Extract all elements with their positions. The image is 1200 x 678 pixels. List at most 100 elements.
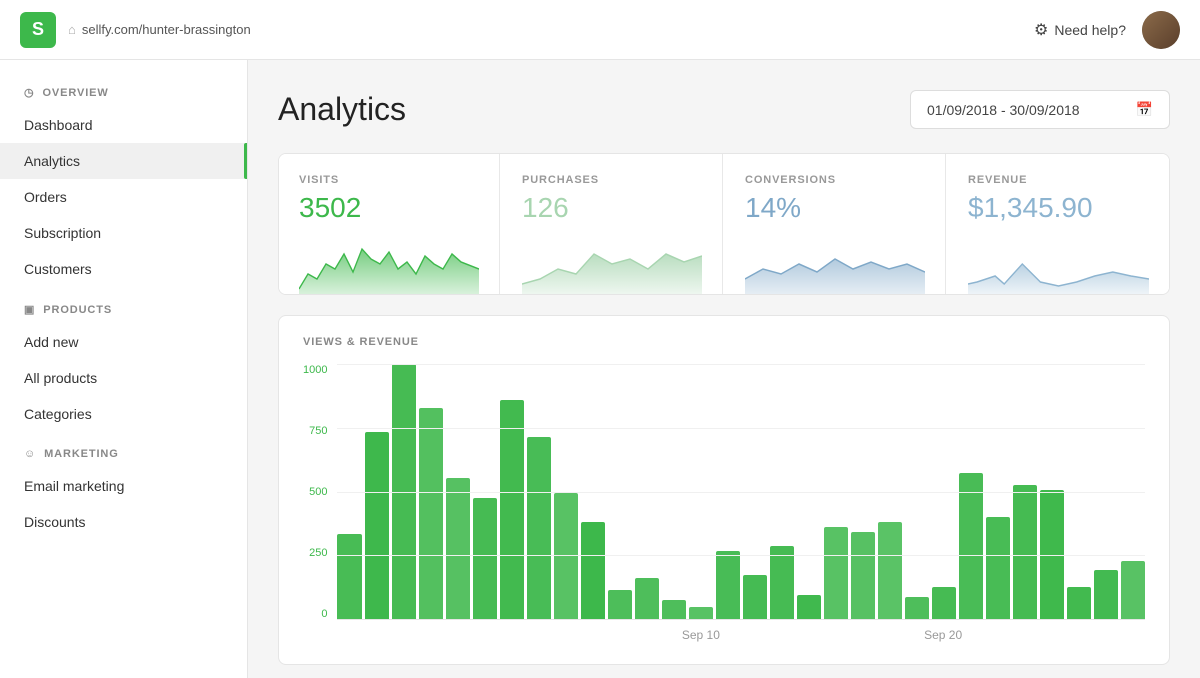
bar-chart-container: 1000 750 500 250 0 Sep 10 Sep 20 [303, 364, 1145, 644]
bar-15 [743, 575, 767, 619]
sidebar: ◷ OVERVIEW Dashboard Analytics Orders Su… [0, 60, 248, 678]
subscription-label: Subscription [24, 225, 101, 241]
sidebar-section-products: ▣ PRODUCTS [0, 287, 247, 324]
y-label-1000: 1000 [303, 364, 327, 376]
x-label-sep20: Sep 20 [822, 628, 1064, 642]
bar-26 [1040, 490, 1064, 619]
bar-0 [337, 534, 361, 619]
analytics-label: Analytics [24, 153, 80, 169]
bar-29 [1121, 561, 1145, 619]
bar-9 [581, 522, 605, 619]
y-label-500: 500 [309, 486, 327, 498]
calendar-icon: 📅 [1136, 101, 1153, 118]
page-header: Analytics 01/09/2018 - 30/09/2018 📅 [278, 90, 1170, 129]
main-layout: ◷ OVERVIEW Dashboard Analytics Orders Su… [0, 60, 1200, 678]
url-bar: ⌂ sellfy.com/hunter-brassington [68, 22, 251, 37]
bar-22 [932, 587, 956, 619]
logo: S [20, 12, 56, 48]
visits-chart [299, 234, 479, 294]
bar-5 [473, 498, 497, 619]
dashboard-label: Dashboard [24, 117, 93, 133]
add-new-label: Add new [24, 334, 78, 350]
visits-value: 3502 [299, 192, 479, 224]
overview-icon: ◷ [24, 86, 34, 99]
stat-card-purchases: PURCHASES 126 [502, 154, 723, 294]
revenue-chart [968, 234, 1149, 294]
bar-16 [770, 546, 794, 619]
bar-17 [797, 595, 821, 619]
sidebar-section-marketing: ☺ MARKETING [0, 432, 247, 468]
sidebar-item-subscription[interactable]: Subscription [0, 215, 247, 251]
bar-13 [689, 607, 713, 619]
sidebar-item-orders[interactable]: Orders [0, 179, 247, 215]
stat-card-visits: VISITS 3502 [279, 154, 500, 294]
bar-7 [527, 437, 551, 619]
bar-28 [1094, 570, 1118, 619]
sidebar-item-discounts[interactable]: Discounts [0, 504, 247, 540]
date-range-text: 01/09/2018 - 30/09/2018 [927, 102, 1080, 118]
bar-14 [716, 551, 740, 619]
conversions-label: CONVERSIONS [745, 174, 925, 186]
page-title: Analytics [278, 91, 406, 128]
bar-8 [554, 493, 578, 619]
x-axis-labels: Sep 10 Sep 20 [337, 620, 1145, 642]
sidebar-item-analytics[interactable]: Analytics [0, 143, 247, 179]
avatar-image [1142, 11, 1180, 49]
bar-20 [878, 522, 902, 619]
home-icon: ⌂ [68, 22, 76, 37]
bar-23 [959, 473, 983, 619]
products-icon: ▣ [24, 303, 35, 316]
date-range-picker[interactable]: 01/09/2018 - 30/09/2018 📅 [910, 90, 1170, 129]
stats-grid: VISITS 3502 [278, 153, 1170, 295]
y-label-250: 250 [309, 547, 327, 559]
bar-19 [851, 532, 875, 619]
bar-25 [1013, 485, 1037, 619]
chart-section: VIEWS & REVENUE 1000 750 500 250 0 Sep 1… [278, 315, 1170, 665]
chart-title: VIEWS & REVENUE [303, 336, 1145, 348]
bar-27 [1067, 587, 1091, 619]
y-label-750: 750 [309, 425, 327, 437]
bar-21 [905, 597, 929, 619]
customers-label: Customers [24, 261, 92, 277]
avatar[interactable] [1142, 11, 1180, 49]
bar-3 [419, 408, 443, 619]
conversions-chart [745, 234, 925, 294]
visits-label: VISITS [299, 174, 479, 186]
x-label-sep10: Sep 10 [580, 628, 822, 642]
help-button[interactable]: ⚙ Need help? [1034, 20, 1126, 40]
y-label-0: 0 [321, 608, 327, 620]
bars-wrapper [337, 364, 1145, 620]
stat-card-conversions: CONVERSIONS 14% [725, 154, 946, 294]
bar-18 [824, 527, 848, 619]
email-marketing-label: Email marketing [24, 478, 124, 494]
bar-1 [365, 432, 389, 619]
sidebar-item-dashboard[interactable]: Dashboard [0, 107, 247, 143]
bar-6 [500, 400, 524, 619]
sidebar-item-email-marketing[interactable]: Email marketing [0, 468, 247, 504]
bar-2 [392, 364, 416, 619]
discounts-label: Discounts [24, 514, 85, 530]
purchases-label: PURCHASES [522, 174, 702, 186]
sidebar-item-categories[interactable]: Categories [0, 396, 247, 432]
sidebar-section-overview: ◷ OVERVIEW [0, 70, 247, 107]
sidebar-item-all-products[interactable]: All products [0, 360, 247, 396]
marketing-icon: ☺ [24, 448, 36, 460]
bar-4 [446, 478, 470, 619]
sidebar-item-customers[interactable]: Customers [0, 251, 247, 287]
topnav: S ⌂ sellfy.com/hunter-brassington ⚙ Need… [0, 0, 1200, 60]
bar-10 [608, 590, 632, 619]
bar-24 [986, 517, 1010, 619]
help-icon: ⚙ [1034, 20, 1048, 40]
stat-card-revenue: REVENUE $1,345.90 [948, 154, 1169, 294]
bar-11 [635, 578, 659, 619]
chart-area: Sep 10 Sep 20 [337, 364, 1145, 644]
purchases-chart [522, 234, 702, 294]
sidebar-item-add-new[interactable]: Add new [0, 324, 247, 360]
categories-label: Categories [24, 406, 92, 422]
orders-label: Orders [24, 189, 67, 205]
main-content: Analytics 01/09/2018 - 30/09/2018 📅 VISI… [248, 60, 1200, 678]
revenue-value: $1,345.90 [968, 192, 1149, 224]
url-text: sellfy.com/hunter-brassington [82, 22, 251, 37]
conversions-value: 14% [745, 192, 925, 224]
revenue-label: REVENUE [968, 174, 1149, 186]
